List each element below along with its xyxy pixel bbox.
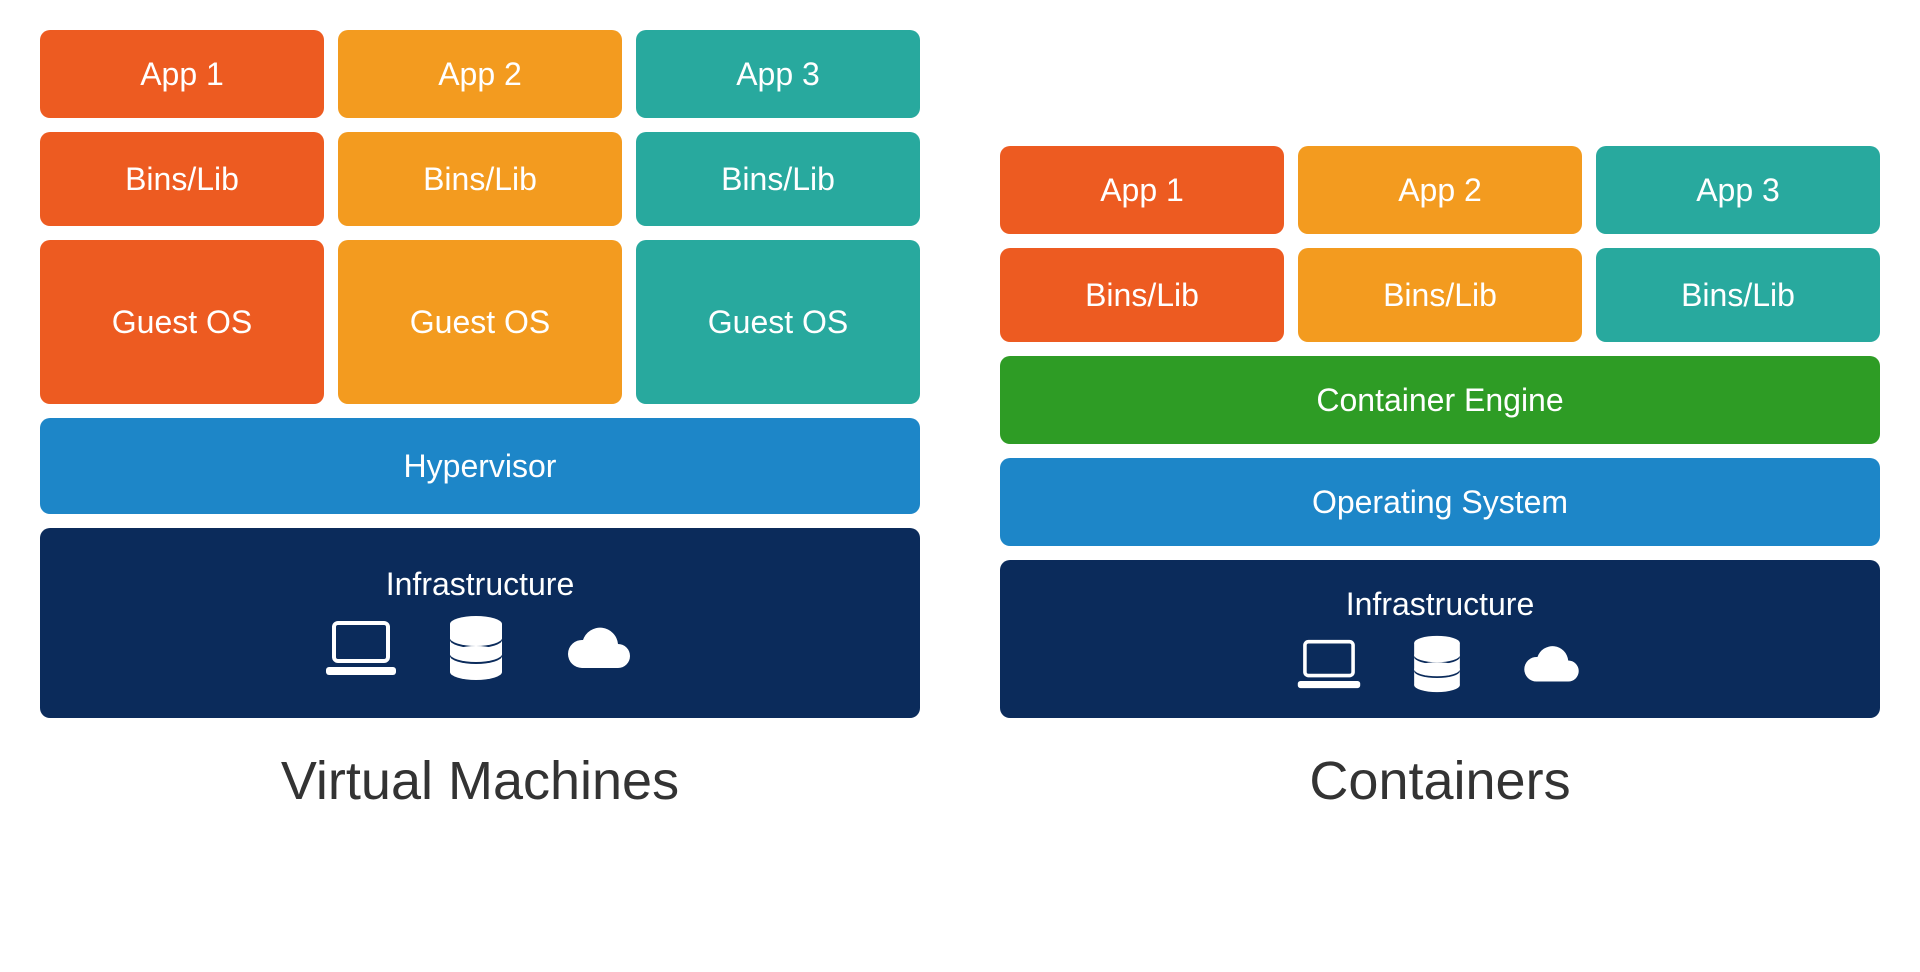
vm-title: Virtual Machines	[281, 750, 679, 812]
vm-libs-2: Bins/Lib	[338, 132, 622, 226]
vm-guestos-2: Guest OS	[338, 240, 622, 404]
diagram-wrapper: App 1 App 2 App 3 Bins/Lib Bins/Lib Bins…	[40, 30, 1880, 812]
vm-hypervisor: Hypervisor	[40, 418, 920, 514]
ct-infrastructure: Infrastructure	[1000, 560, 1880, 718]
vm-os-row: Guest OS Guest OS Guest OS	[40, 240, 920, 404]
cloud-icon	[1512, 641, 1584, 687]
vm-guestos-3: Guest OS	[636, 240, 920, 404]
ct-engine: Container Engine	[1000, 356, 1880, 444]
ct-infra-icons	[1296, 635, 1584, 693]
laptop-icon	[324, 619, 398, 677]
database-icon	[1412, 635, 1462, 693]
vm-app-row: App 1 App 2 App 3	[40, 30, 920, 118]
ct-libs-3: Bins/Lib	[1596, 248, 1880, 342]
database-icon	[448, 615, 504, 681]
vm-guestos-1: Guest OS	[40, 240, 324, 404]
vm-app-1: App 1	[40, 30, 324, 118]
ct-app-1: App 1	[1000, 146, 1284, 234]
ct-app-row: App 1 App 2 App 3	[1000, 146, 1880, 234]
vm-stack: App 1 App 2 App 3 Bins/Lib Bins/Lib Bins…	[40, 30, 920, 812]
ct-os: Operating System	[1000, 458, 1880, 546]
vm-infrastructure-label: Infrastructure	[386, 566, 575, 603]
cloud-icon	[554, 622, 636, 674]
ct-libs-2: Bins/Lib	[1298, 248, 1582, 342]
ct-infrastructure-label: Infrastructure	[1346, 586, 1535, 623]
laptop-icon	[1296, 638, 1362, 690]
containers-stack: App 1 App 2 App 3 Bins/Lib Bins/Lib Bins…	[1000, 146, 1880, 812]
ct-libs-row: Bins/Lib Bins/Lib Bins/Lib	[1000, 248, 1880, 342]
vm-app-3: App 3	[636, 30, 920, 118]
vm-libs-row: Bins/Lib Bins/Lib Bins/Lib	[40, 132, 920, 226]
ct-title: Containers	[1309, 750, 1570, 812]
ct-libs-1: Bins/Lib	[1000, 248, 1284, 342]
vm-infra-icons	[324, 615, 636, 681]
vm-app-2: App 2	[338, 30, 622, 118]
ct-app-2: App 2	[1298, 146, 1582, 234]
ct-app-3: App 3	[1596, 146, 1880, 234]
vm-libs-3: Bins/Lib	[636, 132, 920, 226]
vm-libs-1: Bins/Lib	[40, 132, 324, 226]
vm-infrastructure: Infrastructure	[40, 528, 920, 718]
